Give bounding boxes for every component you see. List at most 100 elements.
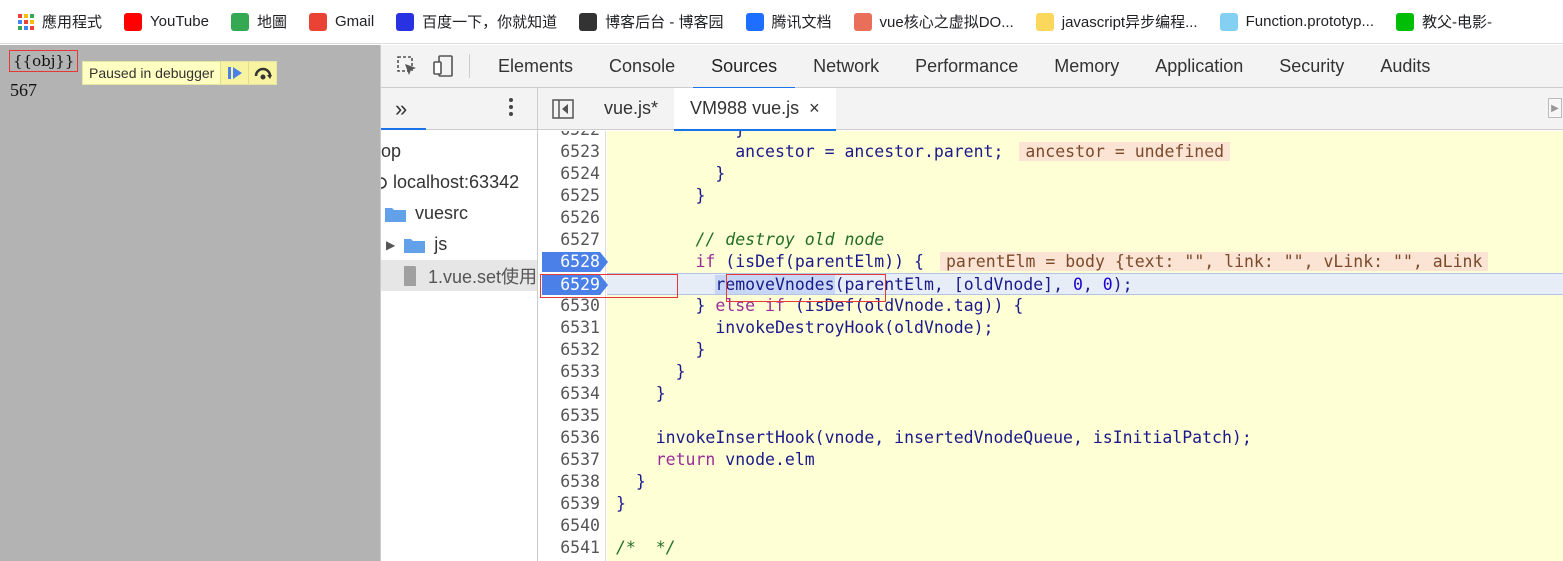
- tab-audits[interactable]: Audits: [1362, 45, 1448, 88]
- tree-item-top[interactable]: op: [381, 136, 537, 167]
- tree-item-vuesrc[interactable]: vuesrc: [381, 198, 537, 229]
- code-line: 6540: [538, 515, 1563, 537]
- code-text: }: [616, 362, 686, 381]
- line-number[interactable]: 6538: [538, 471, 600, 493]
- step-over-button[interactable]: [248, 62, 277, 84]
- resume-button[interactable]: [220, 62, 249, 84]
- toggle-navigator-button[interactable]: [538, 87, 588, 130]
- navigator-header: »: [381, 88, 537, 130]
- bookmark-1[interactable]: YouTube: [124, 12, 209, 31]
- bookmark-8[interactable]: javascript异步编程...: [1035, 11, 1198, 32]
- navigator-tab-underline: [381, 128, 426, 130]
- line-number[interactable]: 6534: [538, 383, 600, 405]
- code-line: 6524 }: [538, 163, 1563, 185]
- editor-tabs: vue.js* VM988 vue.js × ▶: [538, 87, 1563, 131]
- code-text: }: [616, 384, 666, 403]
- code-line: 6527 // destroy old node: [538, 229, 1563, 251]
- cnblogs-icon: [579, 12, 598, 31]
- annotation-box-call: [726, 274, 886, 302]
- line-number[interactable]: 6524: [538, 163, 600, 185]
- expand-arrow-icon: ▶: [386, 237, 396, 252]
- code-text: ancestor = ancestor.parent; ancestor = un…: [616, 141, 1231, 163]
- code-line: 6537 return vnode.elm: [538, 449, 1563, 471]
- tab-performance[interactable]: Performance: [897, 45, 1036, 88]
- line-number[interactable]: 6532: [538, 339, 600, 361]
- code-line: 6530 } else if (isDef(oldVnode.tag)) {: [538, 295, 1563, 317]
- bookmark-2[interactable]: 地圖: [230, 11, 287, 32]
- bookmark-6[interactable]: 腾讯文档: [745, 11, 832, 32]
- inline-value: parentElm = body {text: "", link: "", vL…: [939, 252, 1489, 271]
- breakpoint-marker[interactable]: 6528: [542, 252, 608, 272]
- sources-navigator: » op localhost:63342 vuesrc ▶ js 1.vue.s…: [381, 88, 538, 561]
- editor-tab-vm988[interactable]: VM988 vue.js ×: [674, 87, 836, 131]
- toolbar-divider: [469, 54, 470, 78]
- line-number[interactable]: 6526: [538, 207, 600, 229]
- code-line: 6535: [538, 405, 1563, 427]
- line-number[interactable]: 6531: [538, 317, 600, 339]
- code-line: 6525 }: [538, 185, 1563, 207]
- close-tab-icon[interactable]: ×: [809, 98, 820, 119]
- line-number[interactable]: 6525: [538, 185, 600, 207]
- code-line: 6523 ancestor = ancestor.parent; ancestor…: [538, 141, 1563, 163]
- toggle-debugger-icon[interactable]: ▶: [1548, 98, 1562, 118]
- kebab-menu-icon[interactable]: [508, 96, 514, 118]
- tree-item-file[interactable]: 1.vue.set使用: [381, 260, 537, 291]
- rendered-value: 567: [10, 80, 37, 100]
- jianshu-icon: [853, 12, 872, 31]
- code-text: }: [616, 472, 646, 491]
- code-line: 6538 }: [538, 471, 1563, 493]
- code-text: }: [616, 494, 626, 513]
- tab-network[interactable]: Network: [795, 45, 897, 88]
- tab-elements[interactable]: Elements: [480, 45, 591, 88]
- bookmark-7[interactable]: vue核心之虚拟DO...: [853, 11, 1014, 32]
- line-number[interactable]: 6533: [538, 361, 600, 383]
- annotation-box-line-number: [540, 274, 678, 298]
- bookmark-4[interactable]: 百度一下，你就知道: [396, 11, 557, 32]
- tree-item-js[interactable]: ▶ js: [381, 229, 537, 260]
- bookmark-5[interactable]: 博客后台 - 博客园: [579, 11, 724, 32]
- tab-security[interactable]: Security: [1261, 45, 1362, 88]
- paused-label: Paused in debugger: [89, 65, 215, 81]
- tab-sources[interactable]: Sources: [693, 45, 796, 89]
- tab-application[interactable]: Application: [1137, 45, 1261, 88]
- bookmark-0[interactable]: 應用程式: [18, 11, 102, 32]
- bookmark-label: 應用程式: [42, 14, 103, 31]
- line-number[interactable]: 6541: [538, 537, 600, 559]
- file-icon: [404, 265, 416, 286]
- inline-value: ancestor = undefined: [1019, 142, 1231, 161]
- bookmark-label: 教父-电影-: [1422, 14, 1492, 31]
- folder-doc-icon: [1035, 12, 1054, 31]
- bookmark-label: 地圖: [256, 14, 287, 31]
- code-text: }: [616, 186, 706, 205]
- line-number[interactable]: 6535: [538, 405, 600, 427]
- code-line: 6522 }: [538, 131, 1563, 141]
- editor-tab-vue[interactable]: vue.js*: [588, 88, 674, 130]
- line-number[interactable]: 6537: [538, 449, 600, 471]
- inspect-element-button[interactable]: [389, 45, 425, 88]
- tab-memory[interactable]: Memory: [1036, 45, 1137, 88]
- sidebar-toggle-icon: [552, 98, 574, 119]
- bookmark-3[interactable]: Gmail: [308, 12, 374, 31]
- line-number[interactable]: 6540: [538, 515, 600, 537]
- line-number[interactable]: 6527: [538, 229, 600, 251]
- line-number[interactable]: 6530: [538, 295, 600, 317]
- line-number[interactable]: 6539: [538, 493, 600, 515]
- line-number[interactable]: 6536: [538, 427, 600, 449]
- mdn-icon: [1219, 12, 1238, 31]
- apps-grid-icon: [18, 13, 34, 30]
- device-toolbar-button[interactable]: [425, 45, 461, 88]
- more-tabs-icon[interactable]: »: [395, 96, 407, 122]
- tencent-docs-icon: [745, 12, 764, 31]
- editor-tab-label: vue.js*: [604, 98, 659, 118]
- code-line: 6533 }: [538, 361, 1563, 383]
- line-number[interactable]: 6522: [538, 131, 600, 141]
- bookmark-label: vue核心之虚拟DO...: [879, 14, 1014, 31]
- bookmark-10[interactable]: 教父-电影-: [1396, 11, 1492, 32]
- tab-console[interactable]: Console: [591, 45, 693, 88]
- bookmarks-bar: 應用程式 YouTube 地圖 Gmail 百度一下，你就知道 博客后台 - 博客园 腾讯文…: [0, 0, 1563, 44]
- tree-item-host[interactable]: localhost:63342: [381, 167, 537, 198]
- code-text: invokeInsertHook(vnode, insertedVnodeQue…: [616, 428, 1252, 447]
- bookmark-9[interactable]: Function.prototyp...: [1219, 12, 1374, 31]
- line-number[interactable]: 6523: [538, 141, 600, 163]
- code-text: return vnode.elm: [655, 450, 815, 469]
